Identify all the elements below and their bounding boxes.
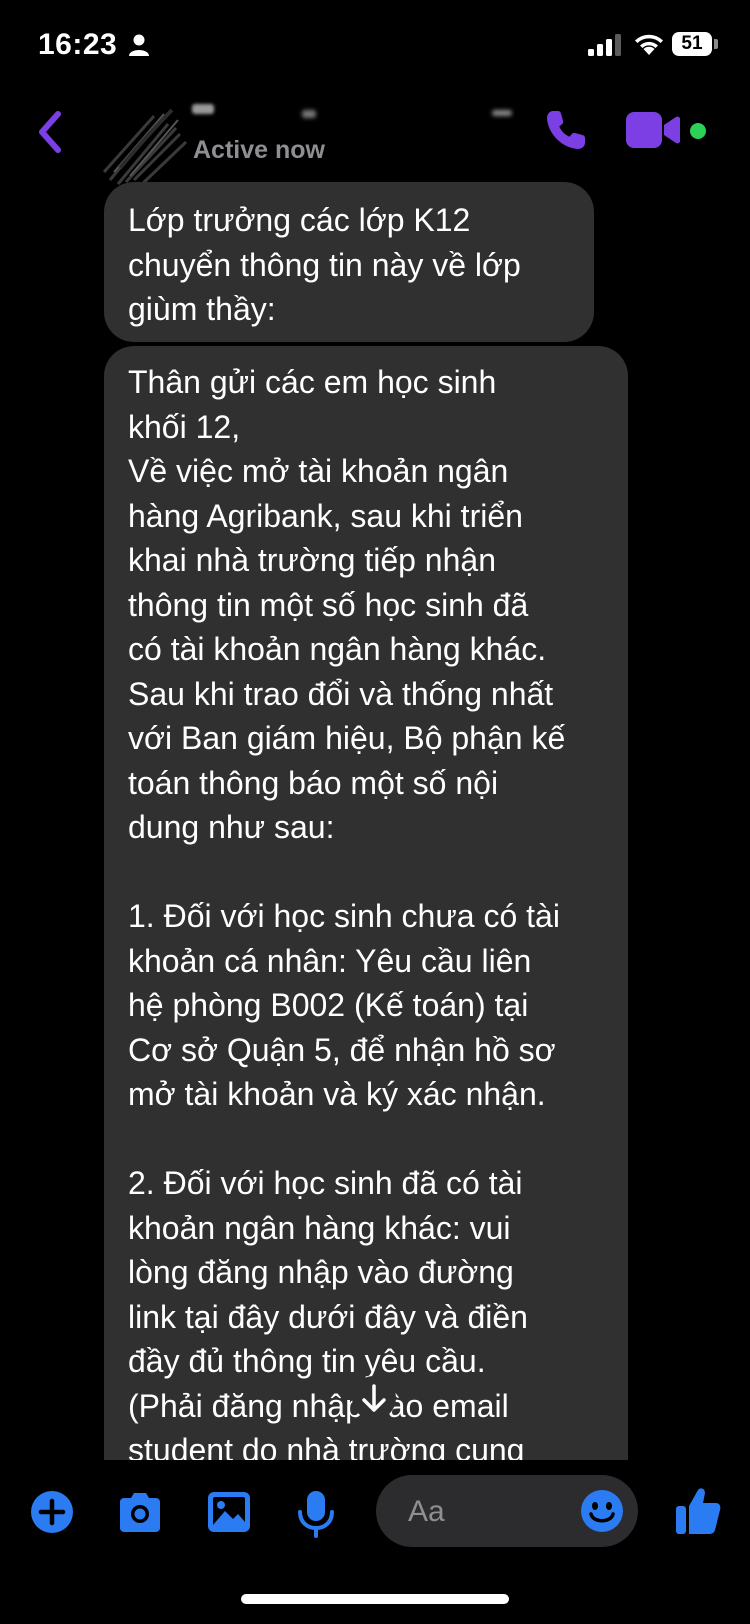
arrow-down-icon [362,1384,386,1412]
message-bubble[interactable]: Thân gửi các em học sinh khối 12, Về việ… [104,346,628,1460]
back-icon[interactable] [36,110,64,154]
battery-tip [714,39,718,49]
phone-icon[interactable] [544,108,588,152]
message-line: hệ phòng B002 (Kế toán) tại [128,987,529,1023]
chat-header: Active now [0,90,750,188]
plus-icon[interactable] [30,1490,74,1534]
contact-name-redacted [192,96,512,122]
gallery-icon[interactable] [206,1490,252,1534]
message-bubble[interactable]: Lớp trưởng các lớp K12 chuyển thông tin … [104,182,594,342]
person-icon [129,34,149,56]
message-line: với Ban giám hiệu, Bộ phận kế [128,720,566,756]
message-line: lòng đăng nhập vào đường [128,1254,514,1290]
message-line: dung như sau: [128,809,335,845]
message-line: khai nhà trường tiếp nhận [128,542,496,578]
messenger-chat-screen: 16:23 51 Active now Lớp trưởng các lớp K… [0,0,750,1624]
redaction-mark [302,110,316,118]
message-line: chuyển thông tin này về lớp [128,246,521,283]
message-line: thông tin một số học sinh đã [128,586,529,623]
microphone-icon[interactable] [296,1490,336,1538]
message-line: 2. Đối với học sinh đã có tài [128,1165,523,1201]
message-list[interactable]: Lớp trưởng các lớp K12 chuyển thông tin … [0,180,750,1460]
message-line: giùm thầy: [128,291,276,327]
message-line: hàng Agribank, sau khi triển [128,497,523,534]
message-line: khối 12, [128,408,241,445]
cellular-signal-icon [588,34,621,56]
message-line: Về việc mở tài khoản ngân [128,453,509,489]
message-line: link tại đây dưới đây và điền [128,1298,528,1335]
message-line: Sau khi trao đổi và thống nhất [128,675,554,712]
battery-indicator: 51 [672,32,712,56]
online-indicator [690,123,706,139]
message-input-field[interactable] [376,1475,638,1547]
like-icon[interactable] [674,1486,722,1536]
message-line: 1. Đối với học sinh chưa có tài [128,898,560,934]
video-icon[interactable] [626,112,682,148]
message-line: Thân gửi các em học sinh [128,364,497,400]
message-line: toán thông báo một số nội [128,764,499,801]
scroll-to-bottom-button[interactable] [352,1376,396,1420]
wifi-icon [635,34,663,55]
message-line: mở tài khoản và ký xác nhận. [128,1076,546,1112]
redaction-mark [492,110,512,116]
redaction-mark [192,104,214,114]
camera-icon[interactable] [116,1490,164,1534]
active-status: Active now [193,136,325,164]
message-line: Lớp trưởng các lớp K12 [128,202,471,238]
message-line: có tài khoản ngân hàng khác. [128,631,547,667]
message-line: khoản ngân hàng khác: vui [128,1209,511,1246]
emoji-icon[interactable] [580,1489,624,1533]
message-line: student do nhà trường cung [128,1432,525,1460]
message-composer [0,1460,750,1570]
status-bar: 16:23 51 [0,0,750,90]
message-line: khoản cá nhân: Yêu cầu liên [128,942,532,979]
status-time: 16:23 [38,28,118,61]
home-indicator[interactable] [241,1594,509,1604]
message-input[interactable] [406,1489,560,1535]
message-line: Cơ sở Quận 5, để nhận hồ sơ [128,1031,556,1068]
